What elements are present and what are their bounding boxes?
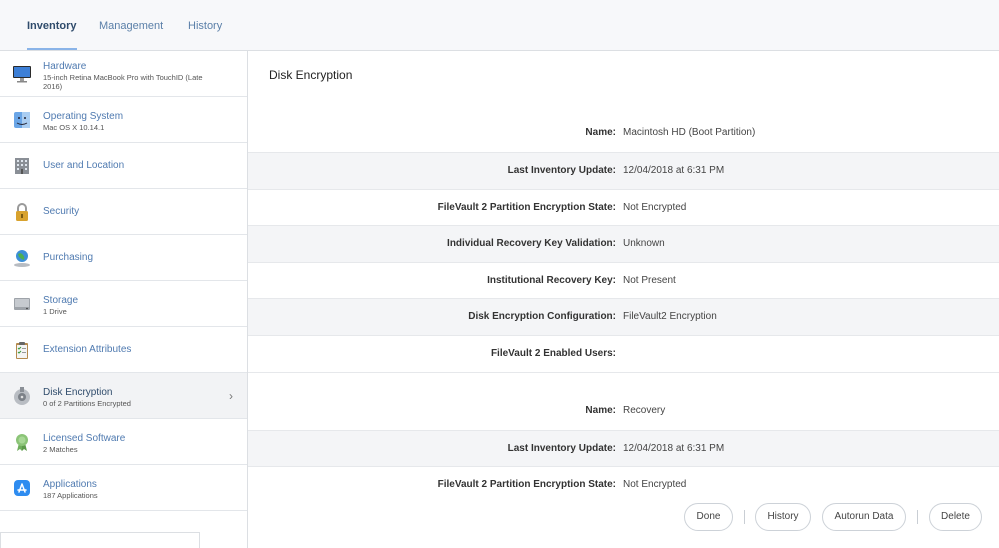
field-value: Unknown xyxy=(623,238,665,249)
sidebar-item-subtitle: 187 Applications xyxy=(43,491,98,500)
clipboard-icon xyxy=(16,342,28,359)
field-label: FileVault 2 Enabled Users: xyxy=(490,348,616,359)
padlock-icon xyxy=(16,203,28,221)
sidebar-overflow-panel xyxy=(0,532,200,548)
field-label: FileVault 2 Partition Encryption State: xyxy=(437,479,616,490)
monitor-icon xyxy=(13,66,31,83)
sidebar: Hardware 15-inch Retina MacBook Pro with… xyxy=(0,51,248,548)
field-label: Individual Recovery Key Validation: xyxy=(447,238,616,249)
detail-row: Institutional Recovery Key: Not Present xyxy=(248,262,999,299)
hard-drive-icon xyxy=(14,298,30,310)
sidebar-item-title: Hardware xyxy=(43,61,87,72)
app-window: Inventory Management History Hardware 15… xyxy=(0,0,999,548)
sidebar-item-title: Operating System xyxy=(43,111,124,122)
done-button[interactable]: Done xyxy=(684,503,733,531)
tab-history[interactable]: History xyxy=(188,0,222,51)
field-label: Disk Encryption Configuration: xyxy=(468,311,616,322)
sidebar-item-purchasing[interactable]: Purchasing xyxy=(0,235,247,281)
sidebar-item-subtitle: 0 of 2 Partitions Encrypted xyxy=(43,399,131,408)
building-icon xyxy=(15,158,29,174)
sidebar-item-subtitle: 15-inch Retina MacBook Pro with TouchID … xyxy=(43,73,203,91)
sidebar-item-licensed-software[interactable]: Licensed Software 2 Matches xyxy=(0,419,247,465)
detail-row: FileVault 2 Partition Encryption State: … xyxy=(248,466,999,502)
detail-row: Last Inventory Update: 12/04/2018 at 6:3… xyxy=(248,430,999,467)
divider xyxy=(917,510,918,524)
page-title: Disk Encryption xyxy=(269,68,353,82)
sidebar-item-title: Security xyxy=(43,206,80,217)
field-value: Recovery xyxy=(623,405,666,416)
detail-row: Last Inventory Update: 12/04/2018 at 6:3… xyxy=(248,152,999,189)
detail-row: Individual Recovery Key Validation: Unkn… xyxy=(248,225,999,262)
sidebar-item-extension-attributes[interactable]: Extension Attributes xyxy=(0,327,247,373)
detail-row: Disk Encryption Configuration: FileVault… xyxy=(248,298,999,335)
field-label: FileVault 2 Partition Encryption State: xyxy=(437,202,616,213)
field-value: Macintosh HD (Boot Partition) xyxy=(623,127,756,138)
sidebar-item-applications[interactable]: Applications 187 Applications xyxy=(0,465,247,511)
history-button[interactable]: History xyxy=(755,503,811,531)
tab-inventory[interactable]: Inventory xyxy=(27,0,77,51)
award-ribbon-icon xyxy=(16,434,28,451)
field-value: Not Encrypted xyxy=(623,479,687,490)
sidebar-item-title: Purchasing xyxy=(43,252,94,263)
detail-row: FileVault 2 Partition Encryption State: … xyxy=(248,189,999,226)
tab-management[interactable]: Management xyxy=(99,0,163,51)
field-label: Last Inventory Update: xyxy=(507,443,616,454)
sidebar-item-title: Disk Encryption xyxy=(43,387,113,398)
field-value: 12/04/2018 at 6:31 PM xyxy=(623,165,725,176)
sidebar-item-user-and-location[interactable]: User and Location xyxy=(0,143,247,189)
sidebar-item-subtitle: 1 Drive xyxy=(43,307,67,316)
sidebar-item-subtitle: 2 Matches xyxy=(43,445,78,454)
sidebar-item-security[interactable]: Security xyxy=(0,189,247,235)
field-label: Name: xyxy=(585,405,616,416)
sidebar-item-title: Storage xyxy=(43,295,79,306)
detail-row: Name: Macintosh HD (Boot Partition) xyxy=(248,115,999,152)
sidebar-item-title: Applications xyxy=(43,479,97,490)
tab-bar: Inventory Management History xyxy=(0,0,999,51)
field-label: Name: xyxy=(585,127,616,138)
globe-icon xyxy=(14,250,30,267)
autorun-data-button[interactable]: Autorun Data xyxy=(822,503,906,531)
sidebar-item-title: Extension Attributes xyxy=(43,344,132,355)
disk-utility-icon xyxy=(14,387,30,405)
detail-row: Name: Recovery xyxy=(248,393,999,430)
field-value: Not Present xyxy=(623,275,676,286)
sidebar-item-disk-encryption[interactable]: Disk Encryption 0 of 2 Partitions Encryp… xyxy=(0,373,247,419)
main-panel: Disk Encryption Name: Macintosh HD (Boot… xyxy=(248,51,999,502)
sidebar-item-storage[interactable]: Storage 1 Drive xyxy=(0,281,247,327)
divider xyxy=(744,510,745,524)
delete-button[interactable]: Delete xyxy=(929,503,982,531)
sidebar-item-title: Licensed Software xyxy=(43,433,126,444)
field-label: Institutional Recovery Key: xyxy=(487,275,616,286)
field-label: Last Inventory Update: xyxy=(507,165,616,176)
finder-icon xyxy=(14,112,30,128)
detail-row: FileVault 2 Enabled Users: xyxy=(248,335,999,372)
sidebar-item-subtitle: Mac OS X 10.14.1 xyxy=(43,123,105,132)
sidebar-item-title: User and Location xyxy=(43,160,125,171)
footer-toolbar: Done History Autorun Data Delete xyxy=(248,502,999,548)
field-value: 12/04/2018 at 6:31 PM xyxy=(623,443,725,454)
sidebar-item-hardware[interactable]: Hardware 15-inch Retina MacBook Pro with… xyxy=(0,51,247,97)
chevron-right-icon: › xyxy=(229,389,233,403)
app-store-icon xyxy=(14,480,30,496)
sidebar-item-operating-system[interactable]: Operating System Mac OS X 10.14.1 xyxy=(0,97,247,143)
field-value: Not Encrypted xyxy=(623,202,687,213)
field-value: FileVault2 Encryption xyxy=(623,311,717,322)
